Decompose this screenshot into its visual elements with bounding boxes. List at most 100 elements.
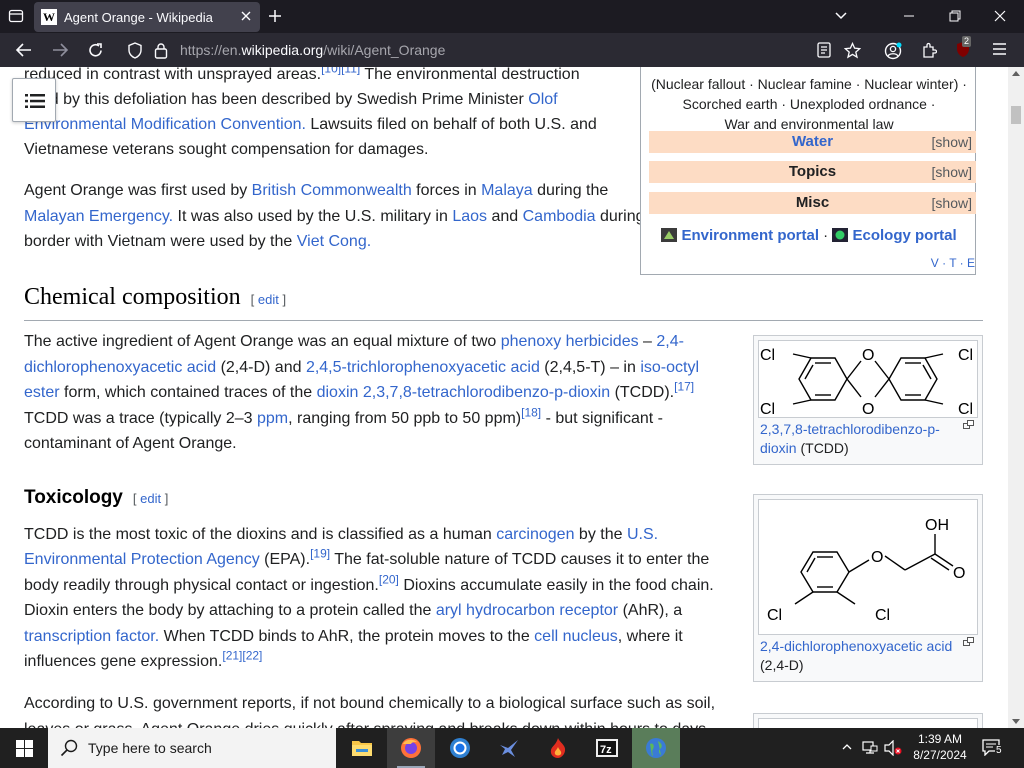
taskbar-chrome[interactable] bbox=[436, 728, 484, 768]
link-cell-nucleus[interactable]: cell nucleus bbox=[534, 628, 618, 645]
tcdd-structure-image[interactable]: Cl Cl Cl Cl O O bbox=[758, 340, 978, 418]
link-olof-palme[interactable]: Olof bbox=[528, 91, 557, 108]
link-2-4-d-caption[interactable]: 2,4-dichlorophenoxyacetic acid bbox=[760, 638, 952, 654]
menu-icon[interactable] bbox=[992, 42, 1007, 56]
link-carcinogen[interactable]: carcinogen bbox=[496, 526, 574, 543]
taskbar-app-globe[interactable] bbox=[632, 728, 680, 768]
link-transcription-factor[interactable]: transcription factor. bbox=[24, 628, 159, 645]
windows-start-icon[interactable] bbox=[16, 740, 33, 757]
scroll-down-icon[interactable] bbox=[1012, 719, 1020, 725]
extensions-icon[interactable] bbox=[921, 42, 937, 59]
taskbar-search[interactable]: Type here to search bbox=[48, 728, 336, 768]
account-icon[interactable] bbox=[884, 42, 902, 60]
page-scrollbar[interactable] bbox=[1008, 67, 1024, 728]
extension-badge: 2 bbox=[962, 36, 972, 47]
link-ester[interactable]: ester bbox=[24, 384, 60, 401]
ublock-origin-icon[interactable]: 2 bbox=[956, 36, 972, 58]
2-4-d-figure: OH O O Cl Cl 2,4-dichlorophenoxyacetic a… bbox=[753, 494, 983, 682]
link-2-4-d[interactable]: 2,4- bbox=[656, 333, 684, 350]
link-laos[interactable]: Laos bbox=[452, 208, 487, 225]
link-enmod-convention[interactable]: Environmental Modification Convention. bbox=[24, 116, 306, 133]
reference-20[interactable]: [20] bbox=[379, 573, 399, 587]
link-cambodia[interactable]: Cambodia bbox=[523, 208, 596, 225]
url-text[interactable]: https://en.wikipedia.org/wiki/Agent_Oran… bbox=[180, 42, 445, 58]
back-icon[interactable] bbox=[15, 42, 33, 58]
navbox-vte[interactable]: V · T · E bbox=[931, 251, 975, 277]
reference-11[interactable]: [11] bbox=[341, 67, 360, 76]
close-window-icon[interactable] bbox=[994, 10, 1006, 22]
tracking-shield-icon[interactable] bbox=[127, 42, 143, 59]
reference-19[interactable]: [19] bbox=[310, 547, 330, 561]
edit-section-link[interactable]: edit bbox=[140, 491, 161, 506]
list-all-tabs-icon[interactable] bbox=[834, 10, 848, 22]
intro-line-2: used by this defoliation has been descri… bbox=[24, 91, 558, 108]
taskbar-app-flame[interactable] bbox=[534, 728, 582, 768]
lock-icon[interactable] bbox=[154, 42, 168, 59]
show-misc-button[interactable]: [show] bbox=[932, 192, 972, 214]
network-icon[interactable] bbox=[862, 740, 878, 756]
volume-muted-icon[interactable] bbox=[884, 740, 902, 756]
link-british-commonwealth[interactable]: British Commonwealth bbox=[252, 182, 412, 199]
system-clock[interactable]: 1:39 AM 8/27/2024 bbox=[905, 731, 975, 763]
chlorine-atom: Cl bbox=[958, 401, 973, 417]
windows-taskbar: Type here to search 7z 1:39 AM 8/27/2024… bbox=[0, 728, 1024, 768]
link-2-4-5-t[interactable]: 2,4,5-trichlorophenoxyacetic acid bbox=[306, 359, 540, 376]
enlarge-icon[interactable] bbox=[963, 637, 974, 646]
chlorine-atom: Cl bbox=[958, 347, 973, 364]
link-ppm[interactable]: ppm bbox=[257, 410, 288, 427]
link-2-4-d-acid[interactable]: dichlorophenoxyacetic acid bbox=[24, 359, 216, 376]
link-us[interactable]: U.S. bbox=[627, 526, 658, 543]
link-dioxin[interactable]: dioxin bbox=[317, 384, 359, 401]
edit-section-link[interactable]: edit bbox=[258, 292, 279, 307]
reload-icon[interactable] bbox=[87, 42, 104, 59]
close-tab-icon[interactable] bbox=[239, 9, 253, 23]
link-aryl-hydrocarbon-receptor[interactable]: aryl hydrocarbon receptor bbox=[436, 602, 618, 619]
reference-10[interactable]: [10] bbox=[321, 67, 341, 76]
next-structure-image[interactable] bbox=[758, 718, 978, 728]
enlarge-icon[interactable] bbox=[963, 420, 974, 429]
reader-view-icon[interactable] bbox=[817, 42, 831, 58]
navigation-bar: 2 bbox=[0, 33, 1024, 67]
notification-center-button[interactable]: 5 bbox=[982, 738, 1004, 758]
tab-agent-orange[interactable]: W Agent Orange - Wikipedia bbox=[34, 2, 260, 32]
link-tcdd-caption[interactable]: 2,3,7,8-tetrachlorodibenzo-p-dioxin bbox=[760, 421, 940, 456]
link-epa[interactable]: Environmental Protection Agency bbox=[24, 551, 260, 568]
link-phenoxy-herbicides[interactable]: phenoxy herbicides bbox=[501, 333, 639, 350]
reference-21-22[interactable]: [21][22] bbox=[222, 649, 262, 663]
tab-list-icon[interactable] bbox=[8, 8, 24, 24]
reference-18[interactable]: [18] bbox=[521, 406, 541, 420]
chlorine-atom: Cl bbox=[760, 347, 775, 364]
svg-text:7z: 7z bbox=[600, 744, 612, 756]
show-water-button[interactable]: [show] bbox=[932, 131, 972, 153]
taskbar-app-bird[interactable] bbox=[485, 728, 533, 768]
link-malayan-emergency[interactable]: Malayan Emergency. bbox=[24, 208, 173, 225]
minimize-icon[interactable] bbox=[903, 10, 915, 22]
taskbar-7zip[interactable]: 7z bbox=[583, 728, 631, 768]
chrome-icon bbox=[450, 738, 470, 758]
link-iso-octyl[interactable]: iso-octyl bbox=[640, 359, 699, 376]
bookmark-star-icon[interactable] bbox=[844, 42, 861, 59]
scrollbar-thumb[interactable] bbox=[1011, 106, 1021, 124]
show-hidden-icons-icon[interactable] bbox=[842, 743, 852, 751]
taskbar-firefox[interactable] bbox=[387, 728, 435, 768]
scroll-up-icon[interactable] bbox=[1012, 70, 1020, 76]
tab-title: Agent Orange - Wikipedia bbox=[64, 10, 213, 25]
link-tcdd[interactable]: 2,3,7,8-tetrachlorodibenzo-p-dioxin bbox=[363, 384, 610, 401]
show-topics-button[interactable]: [show] bbox=[932, 161, 972, 183]
environment-portal-link[interactable]: Environment portal bbox=[681, 227, 819, 244]
restore-icon[interactable] bbox=[949, 10, 961, 22]
tox-line-6: influences gene expression.[21][22] bbox=[24, 648, 263, 670]
table-of-contents-button[interactable] bbox=[12, 78, 56, 122]
tab-bar: W Agent Orange - Wikipedia bbox=[0, 0, 1024, 33]
link-viet-cong[interactable]: Viet Cong. bbox=[297, 233, 371, 250]
intro-line-1: reduced in contrast with unsprayed areas… bbox=[24, 67, 580, 88]
new-tab-icon[interactable] bbox=[268, 9, 282, 23]
navbox-water-link[interactable]: Water bbox=[792, 133, 833, 150]
ecology-portal-link[interactable]: Ecology portal bbox=[853, 227, 957, 244]
link-malaya[interactable]: Malaya bbox=[481, 182, 533, 199]
forward-icon[interactable] bbox=[51, 42, 69, 58]
2-4-d-structure-image[interactable]: OH O O Cl Cl bbox=[758, 499, 978, 635]
taskbar-file-explorer[interactable] bbox=[338, 728, 386, 768]
reference-17[interactable]: [17] bbox=[674, 380, 694, 394]
notification-count: 5 bbox=[995, 745, 1003, 756]
